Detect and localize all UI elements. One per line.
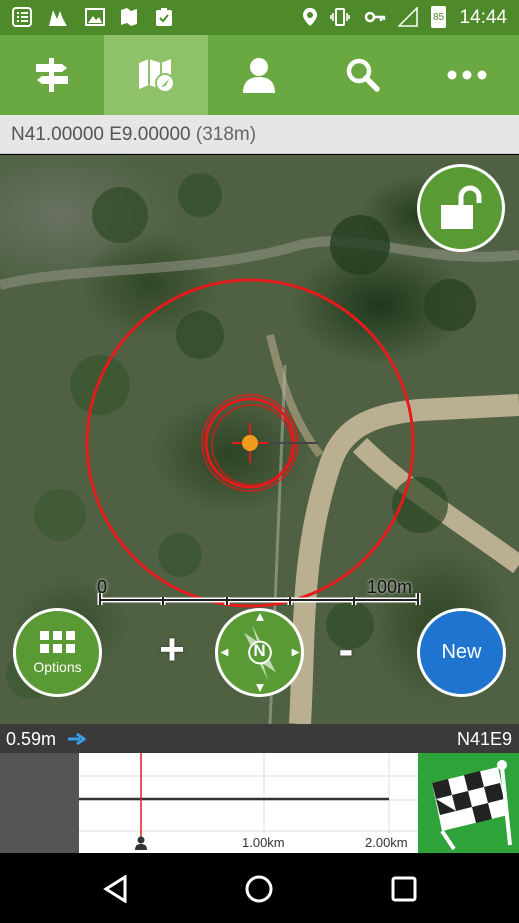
options-button[interactable]: Options (13, 608, 102, 697)
key-icon (364, 11, 386, 23)
more-icon (447, 70, 487, 80)
tab-profile[interactable] (208, 35, 312, 115)
arrow-right-icon (68, 733, 86, 745)
new-label: New (441, 641, 482, 663)
tab-search[interactable] (311, 35, 415, 115)
scale-start-label: 0 (97, 577, 108, 597)
main-toolbar (0, 35, 519, 115)
tab-guidance[interactable] (0, 35, 104, 115)
clipboard-check-icon (156, 8, 172, 26)
android-nav-bar (0, 853, 519, 923)
compass-button[interactable]: N (215, 608, 304, 697)
status-clock: 14:44 (459, 7, 507, 28)
signpost-icon (35, 58, 68, 92)
position-text: N41.00000 E9.00000 (11, 124, 191, 145)
tab-map[interactable] (103, 35, 208, 115)
map-pieces-icon (121, 8, 137, 26)
peaks-icon (49, 10, 67, 26)
elevation-panel[interactable]: 1.00km 2.00km (0, 753, 519, 853)
zoom-out-button[interactable]: - (326, 625, 366, 675)
person-marker-icon (135, 836, 147, 850)
new-button[interactable]: New (417, 608, 506, 697)
checkered-flag-icon (432, 760, 512, 851)
zoom-in-button[interactable]: + (152, 625, 192, 675)
elevation-chart: 1.00km 2.00km (79, 753, 418, 853)
coordinate-bar: N41.00000 E9.00000 (318m) (0, 115, 519, 154)
map-compass-icon (138, 59, 175, 93)
grid-icon (39, 630, 75, 653)
tab-more[interactable] (415, 35, 519, 115)
image-icon (85, 8, 105, 26)
list-icon (12, 7, 32, 27)
unlock-icon (441, 185, 482, 229)
map-view[interactable]: 0 100m Options + N - New (0, 155, 519, 724)
home-icon[interactable] (245, 875, 273, 903)
signal-icon (398, 7, 418, 27)
vibrate-icon (330, 8, 350, 26)
person-icon (243, 58, 276, 93)
info-bar: 0.59m N41E9 (0, 724, 519, 753)
battery-icon: 85 (431, 6, 446, 28)
profile-tick-2: 2.00km (365, 835, 408, 850)
recents-icon[interactable] (391, 876, 417, 902)
profile-tick-1: 1.00km (242, 835, 285, 850)
options-label: Options (33, 658, 82, 675)
finish-button[interactable] (418, 753, 519, 853)
search-icon (347, 58, 381, 92)
status-bar: 85 14:44 (0, 0, 519, 35)
location-pin-icon (303, 8, 317, 26)
lock-button[interactable] (417, 164, 505, 252)
scale-end-label: 100m (367, 577, 413, 597)
compass-north-label: N (253, 641, 266, 660)
grid-ref-text: N41E9 (456, 729, 512, 749)
distance-text: 0.59m (6, 729, 57, 749)
back-icon[interactable] (103, 875, 129, 903)
altitude-text: (318m) (195, 124, 257, 145)
